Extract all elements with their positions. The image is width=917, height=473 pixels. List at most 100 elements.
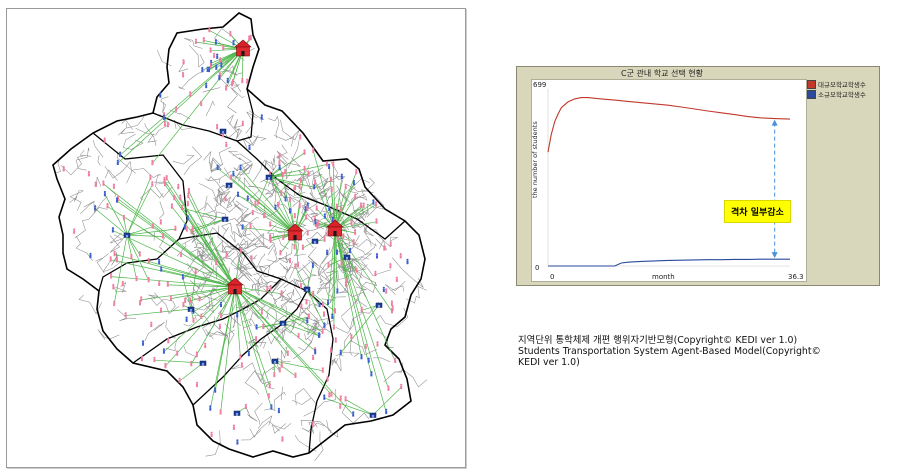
student-icon (306, 230, 309, 236)
student-icon (288, 196, 291, 203)
student-icon (299, 134, 302, 140)
small-school-icon (123, 232, 131, 238)
student-icon (166, 121, 169, 128)
x-tick-label: 0 (550, 273, 555, 281)
student-icon (187, 187, 190, 194)
student-icon (323, 322, 326, 328)
chart-legend: 대규모학교학생수 소규모학교학생수 (805, 79, 879, 99)
chart-title: C군 관내 학교 선택 현황 (621, 69, 703, 78)
student-icon (278, 367, 281, 373)
student-icon (138, 299, 142, 306)
student-icon (330, 186, 333, 192)
student-icon (225, 141, 228, 148)
student-icon (229, 30, 232, 37)
student-icon (364, 343, 367, 350)
student-icon (208, 26, 211, 33)
student-icon (350, 334, 353, 340)
student-icon (293, 212, 296, 219)
student-icon (89, 252, 92, 259)
student-icon (316, 222, 319, 229)
student-icon (273, 371, 276, 378)
student-icon (177, 183, 180, 190)
legend-label: 대규모학교학생수 (818, 81, 866, 89)
student-icon (333, 308, 337, 314)
student-icon (321, 301, 324, 308)
student-icon (246, 78, 249, 84)
student-icon (160, 266, 163, 272)
student-icon (312, 290, 315, 297)
student-icon (204, 342, 207, 349)
student-icon (220, 312, 223, 318)
student-icon (323, 213, 326, 219)
series-line-1 (548, 258, 790, 267)
student-icon (112, 183, 115, 189)
student-icon (159, 92, 162, 98)
student-icon (240, 362, 243, 368)
student-icon (147, 257, 150, 264)
student-icon (175, 106, 178, 112)
student-icon (200, 100, 203, 107)
student-icon (224, 195, 227, 202)
student-icon (350, 219, 353, 225)
student-icon (352, 411, 355, 417)
student-icon (304, 206, 307, 212)
student-icon (260, 114, 263, 120)
student-icon (186, 200, 189, 207)
student-icon (151, 181, 154, 187)
student-icon (355, 168, 358, 175)
student-icon (185, 226, 188, 232)
student-icon (359, 202, 363, 208)
student-icon (166, 281, 169, 287)
student-icon (375, 253, 379, 259)
student-icon (330, 176, 333, 183)
student-icon (266, 286, 269, 292)
student-icon (389, 241, 392, 247)
student-icon (385, 408, 388, 415)
student-icon (367, 357, 370, 363)
small-school-icon (199, 360, 207, 366)
small-school-icon (221, 216, 229, 222)
student-icon (109, 256, 112, 262)
student-icon (209, 47, 212, 53)
student-icon (149, 174, 152, 180)
student-icon (257, 199, 260, 205)
student-icon (236, 439, 239, 445)
student-icon (115, 256, 119, 263)
student-icon (312, 354, 315, 360)
student-icon (205, 82, 208, 89)
student-icon (210, 431, 213, 437)
student-icon (165, 175, 168, 181)
student-icon (318, 301, 321, 307)
student-icon (317, 332, 321, 338)
student-icon (94, 181, 97, 187)
student-icon (372, 199, 375, 205)
student-icon (186, 215, 189, 221)
student-icon (399, 253, 402, 259)
student-icon (244, 403, 247, 410)
student-icon (374, 270, 377, 277)
student-icon (207, 66, 211, 73)
small-school-icon (219, 128, 227, 134)
student-icon (190, 360, 193, 367)
student-icon (303, 165, 306, 172)
student-icon (352, 179, 355, 186)
legend-swatch (807, 79, 816, 89)
small-school-icon (233, 410, 241, 416)
gap-arrow-head (771, 119, 778, 126)
student-icon (230, 174, 233, 180)
student-icon (360, 353, 363, 360)
student-icon (194, 268, 197, 275)
student-icon (307, 313, 310, 319)
student-icon (158, 280, 161, 286)
student-icon (306, 205, 309, 212)
student-icon (218, 74, 221, 81)
student-icon (298, 202, 301, 209)
map-view[interactable] (6, 8, 466, 468)
student-icon (354, 229, 357, 235)
student-icon (267, 393, 270, 399)
student-icon (116, 159, 119, 165)
student-icon (263, 212, 266, 219)
student-icon (225, 85, 228, 91)
student-icon (194, 38, 197, 44)
student-icon (300, 303, 303, 309)
